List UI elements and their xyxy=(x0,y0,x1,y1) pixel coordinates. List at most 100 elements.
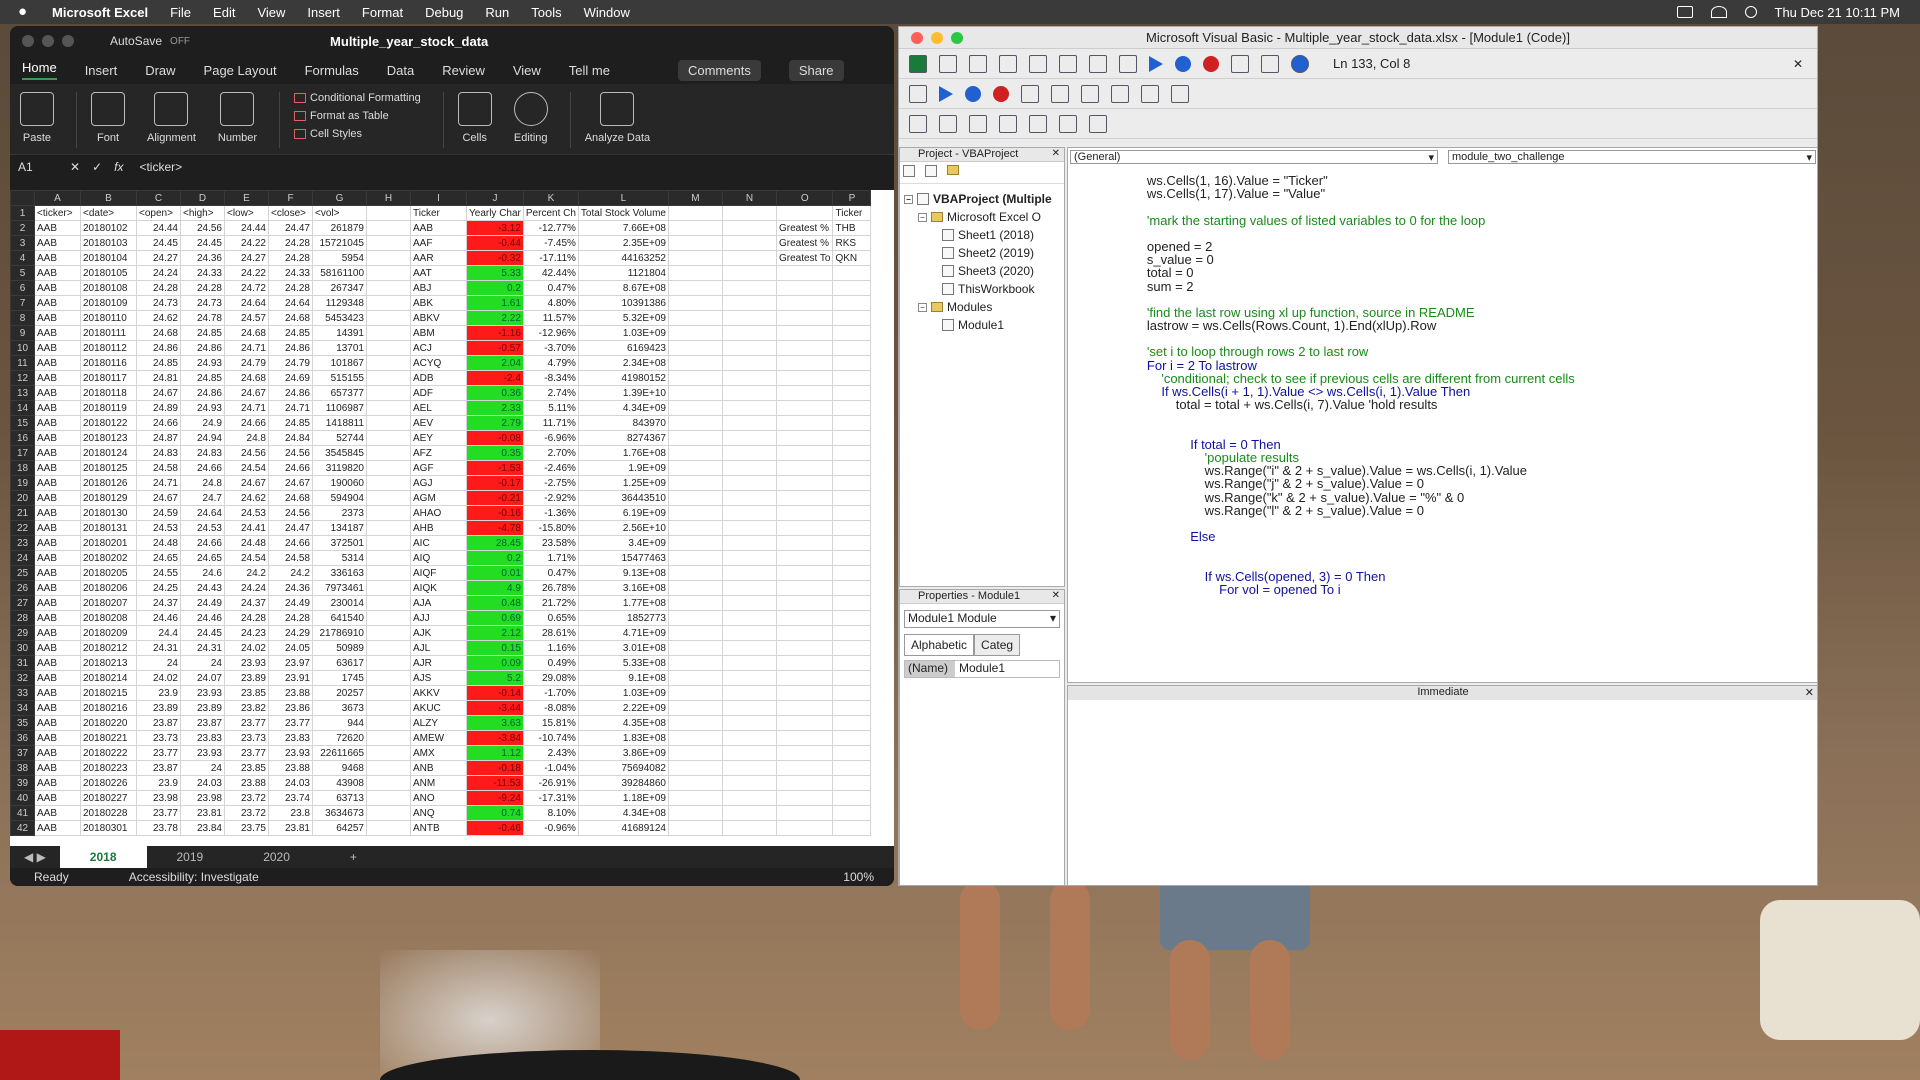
row-header[interactable]: 32 xyxy=(10,670,35,686)
cell[interactable] xyxy=(667,730,723,746)
total-volume-cell[interactable]: 36443510 xyxy=(577,490,669,506)
cell[interactable]: 24.67 xyxy=(224,385,269,401)
cell[interactable]: 261879 xyxy=(312,220,367,236)
cell[interactable]: ABM xyxy=(410,325,467,341)
column-header[interactable]: J xyxy=(466,190,524,206)
cell[interactable]: 594904 xyxy=(312,490,367,506)
cell[interactable]: 23.93 xyxy=(268,745,313,761)
cell[interactable]: AAB xyxy=(34,595,81,611)
cell[interactable]: 23.84 xyxy=(180,820,225,836)
row-header[interactable]: 10 xyxy=(10,340,35,356)
tab-insert[interactable]: Insert xyxy=(85,63,118,78)
cell[interactable]: AAB xyxy=(34,625,81,641)
cell[interactable]: 3119820 xyxy=(312,460,367,476)
cell[interactable] xyxy=(721,685,777,701)
cell[interactable] xyxy=(366,625,411,641)
total-volume-cell[interactable]: 1.9E+09 xyxy=(577,460,669,476)
cell[interactable]: 5453423 xyxy=(312,310,367,326)
row-header[interactable]: 17 xyxy=(10,445,35,461)
total-volume-cell[interactable]: 6.19E+09 xyxy=(577,505,669,521)
menu-window[interactable]: Window xyxy=(584,5,630,20)
cell[interactable]: AAB xyxy=(34,715,81,731)
cell[interactable]: 24.54 xyxy=(224,550,269,566)
cell[interactable]: AGJ xyxy=(410,475,467,491)
cell[interactable] xyxy=(366,655,411,671)
yearly-change-cell[interactable]: 0.15 xyxy=(466,640,524,656)
cell[interactable]: ABJ xyxy=(410,280,467,296)
paste-group[interactable]: Paste xyxy=(20,92,54,144)
cell[interactable]: 336163 xyxy=(312,565,367,581)
code-line[interactable]: ws.Range("j" & 2 + s_value).Value = 0 xyxy=(1068,477,1802,490)
close-button[interactable] xyxy=(22,35,34,47)
formula-input[interactable]: <ticker> xyxy=(139,160,182,174)
cell[interactable]: 23.87 xyxy=(136,760,181,776)
column-header[interactable]: B xyxy=(80,190,137,206)
cell[interactable] xyxy=(775,550,834,566)
cell[interactable]: 24.65 xyxy=(180,550,225,566)
cell[interactable] xyxy=(366,400,411,416)
header-cell[interactable]: Ticker xyxy=(832,205,872,221)
percent-change-cell[interactable]: -15.80% xyxy=(522,520,579,536)
break-icon[interactable] xyxy=(1175,55,1191,72)
cell[interactable] xyxy=(667,820,723,836)
paste-icon[interactable] xyxy=(1059,54,1077,73)
cell[interactable]: 23.88 xyxy=(268,685,313,701)
code-line[interactable] xyxy=(1068,411,1802,424)
run-icon[interactable] xyxy=(939,85,953,102)
yearly-change-cell[interactable]: -0.44 xyxy=(466,235,524,251)
cell[interactable]: AAB xyxy=(34,235,81,251)
cell[interactable]: 24.36 xyxy=(268,580,313,596)
yearly-change-cell[interactable]: 2.79 xyxy=(466,415,524,431)
cell[interactable]: 24.37 xyxy=(224,595,269,611)
cell[interactable] xyxy=(667,370,723,386)
yearly-change-cell[interactable]: 0.36 xyxy=(466,385,524,401)
excel-icon[interactable] xyxy=(909,54,927,73)
fx-icon[interactable]: fx xyxy=(114,160,123,174)
number-group[interactable]: Number xyxy=(218,92,257,144)
yearly-change-cell[interactable]: -0.21 xyxy=(466,490,524,506)
cell[interactable] xyxy=(832,595,872,611)
cell[interactable] xyxy=(721,775,777,791)
cell[interactable]: AAB xyxy=(34,310,81,326)
percent-change-cell[interactable]: 29.08% xyxy=(522,670,579,686)
cell[interactable] xyxy=(832,280,872,296)
cell[interactable]: 24.89 xyxy=(136,400,181,416)
code-line[interactable]: Else xyxy=(1068,530,1802,543)
cell[interactable]: 20180112 xyxy=(80,340,137,356)
percent-change-cell[interactable]: 2.74% xyxy=(522,385,579,401)
cell[interactable]: 24.44 xyxy=(136,220,181,236)
row-header[interactable]: 3 xyxy=(10,235,35,251)
header-cell[interactable]: Percent Ch xyxy=(522,205,579,221)
cell[interactable] xyxy=(832,775,872,791)
row-header[interactable]: 25 xyxy=(10,565,35,581)
cell[interactable]: AAF xyxy=(410,235,467,251)
cell[interactable]: AAB xyxy=(34,760,81,776)
cell[interactable]: ALZY xyxy=(410,715,467,731)
cell[interactable]: AAB xyxy=(34,520,81,536)
row-header[interactable]: 22 xyxy=(10,520,35,536)
cell[interactable]: 23.87 xyxy=(180,715,225,731)
cell[interactable]: 20180111 xyxy=(80,325,137,341)
immediate-window[interactable]: Immediate ✕ xyxy=(1067,685,1817,885)
cell[interactable] xyxy=(667,640,723,656)
cell[interactable] xyxy=(667,280,723,296)
cell[interactable] xyxy=(775,745,834,761)
row-header[interactable]: 38 xyxy=(10,760,35,776)
wifi-icon[interactable] xyxy=(1710,6,1727,18)
cell[interactable]: 20180222 xyxy=(80,745,137,761)
cell[interactable]: 24.6 xyxy=(180,565,225,581)
share-button[interactable]: Share xyxy=(788,59,844,81)
cell[interactable]: 24.53 xyxy=(224,505,269,521)
row-header[interactable]: 14 xyxy=(10,400,35,416)
cell[interactable] xyxy=(721,355,777,371)
row-header[interactable]: 4 xyxy=(10,250,35,266)
cell[interactable] xyxy=(721,460,777,476)
cell[interactable]: AAB xyxy=(34,820,81,836)
cell[interactable]: 52744 xyxy=(312,430,367,446)
cell[interactable]: 24.4 xyxy=(136,625,181,641)
cell[interactable]: 20180131 xyxy=(80,520,137,536)
cell[interactable]: 20180206 xyxy=(80,580,137,596)
cell[interactable] xyxy=(775,715,834,731)
step-over-icon[interactable] xyxy=(1051,84,1069,103)
copy-icon[interactable] xyxy=(1029,54,1047,73)
